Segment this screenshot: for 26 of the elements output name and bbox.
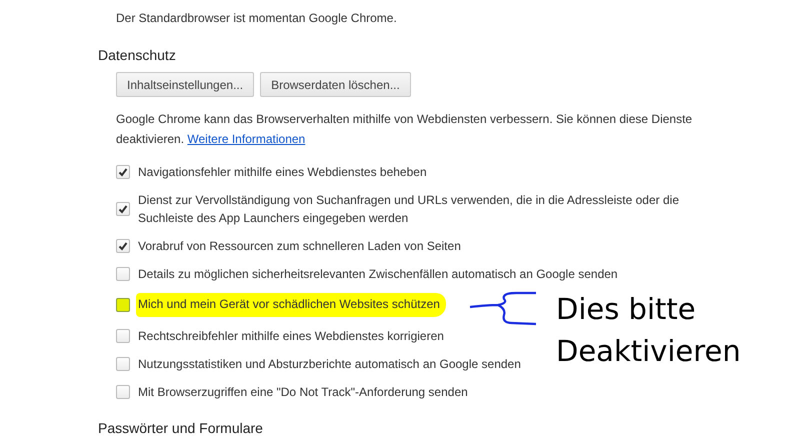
option-label: Dienst zur Vervollständigung von Suchanfragen und URLs verwenden, die in die Adressleiste oder die Suchleiste des App Launchers eingegeben werden	[138, 192, 680, 227]
option-label: Nutzungsstatistiken und Absturzberichte automatisch an Google senden	[138, 356, 521, 373]
section-heading: Passwörter und Formulare	[98, 419, 264, 437]
checkbox[interactable]	[116, 239, 130, 253]
description-text: Google Chrome kann das Browserverhalten mithilfe von Webdiensten verbessern. Sie können diese Dienste deaktivieren. Weitere Informationen	[115, 111, 694, 148]
brace-drawing	[468, 291, 538, 327]
option-label: Vorabruf von Ressourcen zum schnelleren Laden von Seiten	[138, 238, 461, 255]
option-label: Navigationsfehler mithilfe eines Webdienstes beheben	[138, 164, 427, 181]
settings-button[interactable]: Browserdaten löschen...	[260, 72, 411, 97]
settings-button[interactable]: Inhaltseinstellungen...	[116, 72, 254, 97]
checkbox[interactable]	[116, 267, 130, 281]
option-label: Details zu möglichen sicherheitsrelevanten Zwischenfällen automatisch an Google senden	[138, 266, 618, 283]
checkbox[interactable]	[116, 165, 130, 179]
checkbox[interactable]	[116, 202, 130, 216]
more-info-link[interactable]: Weitere Informationen	[187, 132, 306, 146]
annotation-text: Deaktivieren	[556, 334, 741, 368]
checkbox[interactable]	[116, 329, 130, 343]
option-label: Mich und mein Gerät vor schädlichen Websites schützen	[136, 293, 446, 317]
option-label: Rechtschreibfehler mithilfe eines Webdienstes korrigieren	[138, 328, 444, 345]
checkbox[interactable]	[116, 357, 130, 371]
option-label: Mit Browserzugriffen eine "Do Not Track"-Anforderung senden	[138, 384, 468, 401]
default-browser-text: Der Standardbrowser ist momentan Google Chrome.	[115, 10, 398, 26]
checkbox[interactable]	[116, 298, 130, 312]
checkbox[interactable]	[116, 385, 130, 399]
annotation-text: Dies bitte	[556, 292, 697, 326]
section-heading: Datenschutz	[98, 46, 177, 64]
